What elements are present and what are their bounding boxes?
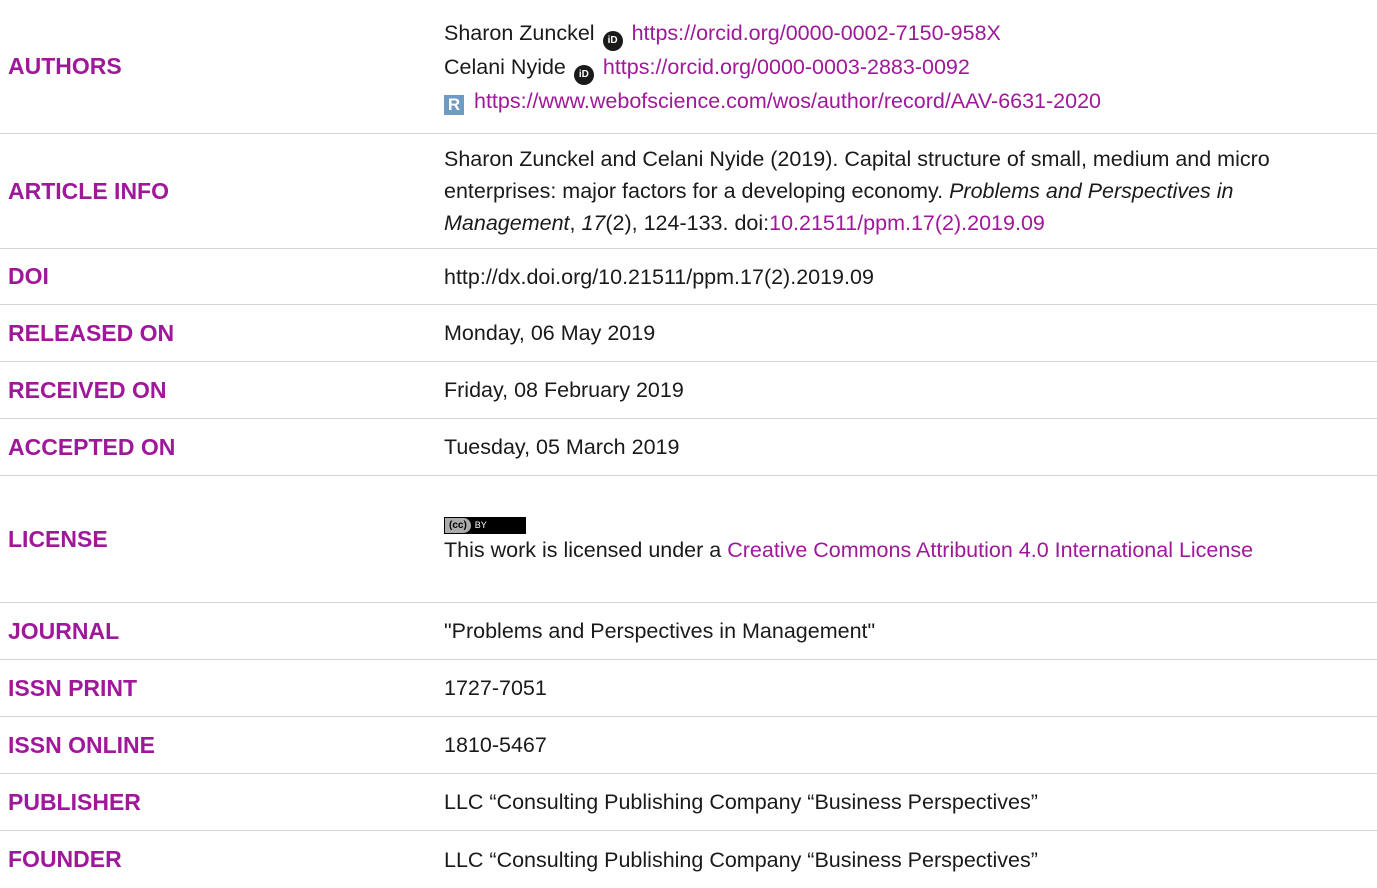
row-issn-online: ISSN ONLINE 1810-5467 (0, 717, 1377, 774)
row-journal: JOURNAL "Problems and Perspectives in Ma… (0, 603, 1377, 660)
label-authors: AUTHORS (8, 53, 122, 79)
orcid-icon: iD (573, 64, 594, 85)
row-license: LICENSE (cc) BY This work is licensed un… (0, 476, 1377, 603)
row-doi: DOI http://dx.doi.org/10.21511/ppm.17(2)… (0, 249, 1377, 305)
citation-text: Sharon Zunckel and Celani Nyide (2019). … (444, 143, 1377, 239)
citation-suffix: (2), 124-133. doi: (605, 211, 770, 235)
author-name: Celani Nyide (444, 54, 566, 79)
cc-icon: (cc) (445, 517, 471, 533)
issn-online-value: 1810-5467 (444, 733, 547, 757)
row-received-on: RECEIVED ON Friday, 08 February 2019 (0, 362, 1377, 419)
label-journal: JOURNAL (8, 617, 120, 644)
journal-value: "Problems and Perspectives in Management… (444, 619, 876, 643)
row-accepted-on: ACCEPTED ON Tuesday, 05 March 2019 (0, 419, 1377, 476)
row-released-on: RELEASED ON Monday, 06 May 2019 (0, 305, 1377, 362)
released-on-value: Monday, 06 May 2019 (444, 321, 656, 345)
issn-print-value: 1727-7051 (444, 676, 547, 700)
founder-value: LLC “Consulting Publishing Company “Busi… (444, 847, 1038, 872)
researcherid-icon: R (444, 94, 464, 115)
received-on-value: Friday, 08 February 2019 (444, 378, 684, 402)
row-founder: FOUNDER LLC “Consulting Publishing Compa… (0, 831, 1377, 888)
row-issn-print: ISSN PRINT 1727-7051 (0, 660, 1377, 717)
label-accepted-on: ACCEPTED ON (8, 433, 176, 460)
citation-volume: 17 (581, 211, 606, 235)
license-link[interactable]: Creative Commons Attribution 4.0 Interna… (727, 538, 1253, 562)
label-publisher: PUBLISHER (8, 788, 141, 815)
label-issn-print: ISSN PRINT (8, 674, 138, 701)
label-issn-online: ISSN ONLINE (8, 731, 155, 758)
orcid-link[interactable]: https://orcid.org/0000-0002-7150-958X (632, 21, 1001, 45)
orcid-icon: iD (602, 30, 623, 51)
orcid-link[interactable]: https://orcid.org/0000-0003-2883-0092 (603, 55, 970, 79)
label-received-on: RECEIVED ON (8, 376, 167, 403)
license-text: This work is licensed under a Creative C… (444, 537, 1254, 562)
researcherid-link[interactable]: https://www.webofscience.com/wos/author/… (474, 89, 1101, 113)
row-publisher: PUBLISHER LLC “Consulting Publishing Com… (0, 774, 1377, 831)
publisher-value: LLC “Consulting Publishing Company “Busi… (444, 790, 1038, 814)
label-released-on: RELEASED ON (8, 319, 175, 346)
authors-list: Sharon Zunckel iD https://orcid.org/0000… (444, 17, 1377, 117)
label-article-info: ARTICLE INFO (8, 177, 169, 204)
cc-by-badge[interactable]: (cc) BY (444, 513, 1367, 534)
author-entry: Celani Nyide iD https://orcid.org/0000-0… (444, 51, 1367, 85)
citation-doi-link[interactable]: 10.21511/ppm.17(2).2019.09 (769, 211, 1045, 235)
row-authors: AUTHORS Sharon Zunckel iD https://orcid.… (0, 0, 1377, 134)
doi-value: http://dx.doi.org/10.21511/ppm.17(2).201… (444, 264, 874, 289)
author-entry: Sharon Zunckel iD https://orcid.org/0000… (444, 17, 1367, 51)
author-name: Sharon Zunckel (444, 20, 595, 45)
citation-sep: , (569, 211, 582, 235)
row-article-info: ARTICLE INFO Sharon Zunckel and Celani N… (0, 134, 1377, 249)
label-doi: DOI (8, 263, 49, 289)
researcherid-entry: Rhttps://www.webofscience.com/wos/author… (444, 85, 1367, 117)
article-metadata-table: AUTHORS Sharon Zunckel iD https://orcid.… (0, 0, 1377, 888)
label-founder: FOUNDER (8, 846, 122, 872)
license-value: (cc) BY This work is licensed under a Cr… (444, 513, 1377, 566)
accepted-on-value: Tuesday, 05 March 2019 (444, 435, 680, 459)
label-license: LICENSE (8, 525, 108, 552)
by-icon: BY (474, 519, 487, 530)
